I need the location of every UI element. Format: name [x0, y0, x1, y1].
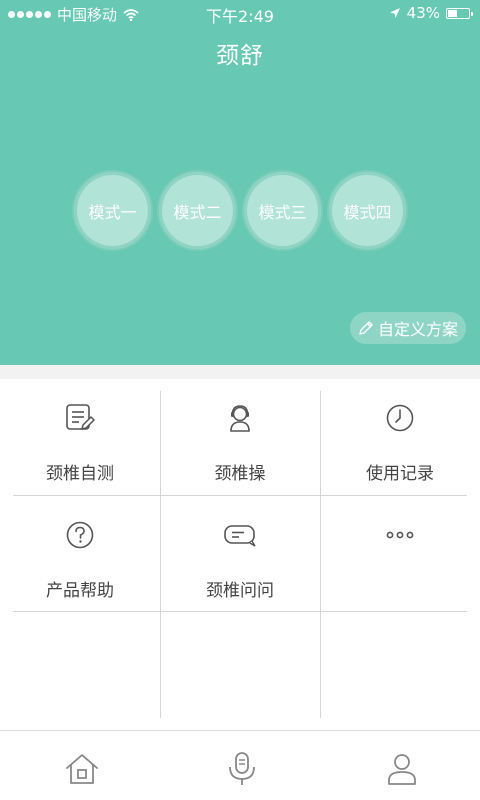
grid-item-neck-exercise[interactable]: 颈椎操	[160, 379, 320, 496]
custom-plan-label: 自定义方案	[377, 320, 458, 339]
pencil-icon	[359, 321, 373, 335]
grid-item-product-help[interactable]: 产品帮助	[0, 496, 160, 613]
tab-profile[interactable]	[382, 749, 422, 789]
mode-button-3[interactable]: 模式三	[244, 172, 321, 249]
location-arrow-icon	[389, 8, 400, 18]
clock-icon	[386, 404, 414, 432]
grid-item-label: 颈椎操	[214, 464, 266, 484]
feature-grid: 颈椎自测 颈椎操 使用记录 产品帮助 颈椎问问	[0, 379, 480, 729]
grid-item-neck-qa[interactable]: 颈椎问问	[160, 496, 320, 613]
grid-item-self-test[interactable]: 颈椎自测	[0, 379, 160, 496]
microphone-icon	[229, 752, 255, 785]
grid-item-label: 使用记录	[366, 464, 434, 484]
status-right: 43%	[389, 4, 473, 22]
grid-item-label: 产品帮助	[46, 581, 114, 601]
chat-bubble-icon	[224, 525, 256, 547]
status-bar: 中国移动 下午2:49 43%	[0, 0, 480, 26]
tab-home[interactable]	[62, 749, 102, 789]
hero-panel: 中国移动 下午2:49 43% 颈舒 模式一 模式二 模式三 模式四 自定义方案	[0, 0, 480, 365]
mode-button-1[interactable]: 模式一	[74, 172, 151, 249]
grid-item-label: 颈椎问问	[206, 581, 274, 601]
tab-voice[interactable]	[222, 749, 262, 789]
battery-percent: 43%	[406, 4, 440, 22]
mode-button-4[interactable]: 模式四	[329, 172, 406, 249]
grid-item-usage-history[interactable]: 使用记录	[320, 379, 480, 496]
mode-button-2[interactable]: 模式二	[159, 172, 236, 249]
more-icon	[386, 531, 414, 539]
bottom-tab-bar	[0, 730, 480, 800]
user-icon	[388, 754, 416, 785]
question-circle-icon	[66, 521, 94, 549]
home-icon	[66, 754, 98, 784]
mode-selector: 模式一 模式二 模式三 模式四	[74, 172, 406, 249]
section-divider	[0, 365, 480, 379]
grid-item-more[interactable]	[320, 496, 480, 613]
grid-item-label: 颈椎自测	[46, 464, 114, 484]
custom-plan-button[interactable]: 自定义方案	[349, 312, 466, 344]
page-title: 颈舒	[216, 43, 264, 69]
battery-icon	[446, 7, 473, 19]
headset-person-icon	[230, 405, 250, 432]
document-edit-icon	[66, 404, 95, 430]
battery-fill	[448, 9, 458, 17]
